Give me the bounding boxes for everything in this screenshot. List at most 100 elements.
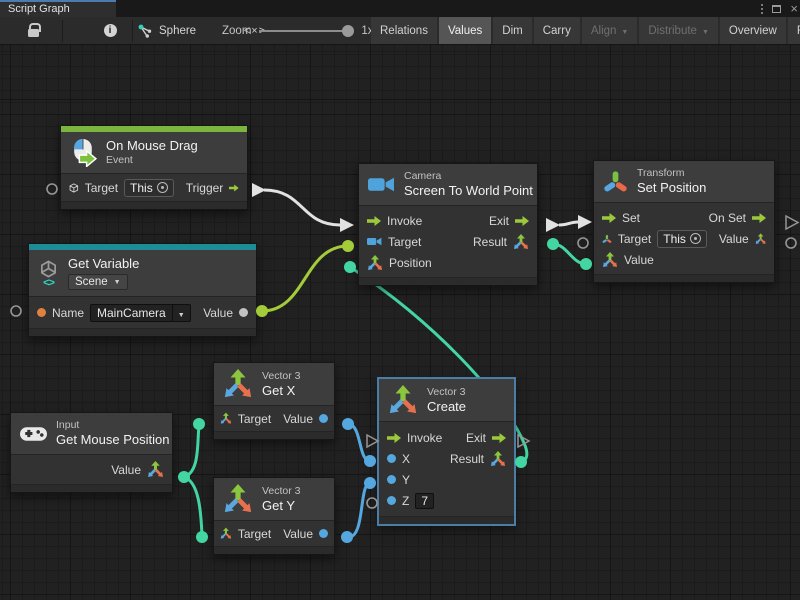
breadcrumb-label: Sphere <box>159 25 196 37</box>
node-get-variable[interactable]: <> Get Variable Scene Name MainCamera Va… <box>28 243 257 337</box>
name-port-label: Name <box>52 306 84 320</box>
vector3-icon <box>147 461 164 478</box>
float-out-port[interactable] <box>319 414 328 423</box>
tab-script-graph[interactable]: Script Graph <box>0 0 116 17</box>
gamepad-icon <box>20 425 47 442</box>
node-category: Vector 3 <box>427 386 466 399</box>
float-port[interactable] <box>387 475 396 484</box>
camera-icon <box>368 175 395 194</box>
window-controls: × <box>761 0 798 17</box>
scene-variable-icon: <> <box>38 260 59 287</box>
node-category: Vector 3 <box>262 485 301 498</box>
vector3-icon <box>602 252 618 268</box>
flow-arrow-icon <box>229 183 239 193</box>
toolbar-buttons: Relations Values Dim Carry Align Distrib… <box>371 17 800 44</box>
node-on-mouse-drag[interactable]: On Mouse Drag Event Target This Trigger <box>60 125 248 210</box>
object-picker-icon[interactable] <box>157 182 168 193</box>
x-port-label: X <box>402 452 410 466</box>
maximize-icon[interactable] <box>772 5 781 13</box>
window-menu-icon[interactable] <box>761 4 763 14</box>
set-port-label: Set <box>622 211 640 225</box>
node-category: Event <box>106 154 198 167</box>
string-port[interactable] <box>37 308 46 317</box>
vector3-icon <box>513 234 529 250</box>
variable-name-dropdown[interactable]: MainCamera <box>90 304 191 322</box>
exit-port-label: Exit <box>489 214 509 228</box>
vector3-icon <box>388 385 418 415</box>
vector3-icon <box>223 369 253 399</box>
vector3-icon <box>755 231 766 247</box>
position-port-label: Position <box>389 256 432 270</box>
target-this-chip[interactable]: This <box>124 179 174 197</box>
breadcrumb[interactable]: Sphere <box>138 17 196 44</box>
node-title: Get Y <box>262 498 301 514</box>
mouse-drag-icon <box>70 138 97 167</box>
target-port-label: Target <box>618 232 651 246</box>
flow-arrow-icon <box>752 213 766 223</box>
node-title: Get Variable <box>68 256 139 272</box>
relations-button[interactable]: Relations <box>371 17 439 44</box>
node-category: Camera <box>404 170 533 183</box>
info-icon <box>104 24 117 37</box>
zoom-control: Zoom 1x <box>222 17 374 44</box>
y-port-label: Y <box>402 473 410 487</box>
value-port-label: Value <box>283 412 313 426</box>
flow-arrow-icon <box>367 216 381 226</box>
trigger-port-label: Trigger <box>186 181 224 195</box>
target-port-label: Target <box>238 412 271 426</box>
on-set-port-label: On Set <box>709 211 746 225</box>
target-port-label: Target <box>85 181 118 195</box>
node-vector3-create[interactable]: Vector 3 Create Invoke Exit X Result <box>378 378 515 525</box>
fullscreen-button[interactable]: Full Screen <box>788 17 800 44</box>
carry-button[interactable]: Carry <box>534 17 582 44</box>
overview-button[interactable]: Overview <box>720 17 788 44</box>
flow-arrow-icon <box>515 216 529 226</box>
value-port-label: Value <box>203 306 233 320</box>
object-picker-icon[interactable] <box>690 233 701 244</box>
graph-icon <box>138 24 153 38</box>
vector3-icon <box>220 526 232 541</box>
node-get-mouse-position[interactable]: Input Get Mouse Position Value <box>10 412 173 493</box>
z-value-input[interactable]: 7 <box>415 493 434 509</box>
flow-arrow-icon <box>492 433 506 443</box>
lock-button[interactable] <box>20 17 46 44</box>
graph-toolbar: <×> Sphere Zoom 1x Relations Values Dim … <box>0 17 800 45</box>
zoom-label: Zoom <box>222 25 251 37</box>
result-port-label: Result <box>473 235 507 249</box>
transform-port-icon <box>602 232 612 246</box>
node-screen-to-world-point[interactable]: Camera Screen To World Point Invoke Exit… <box>358 163 538 286</box>
variable-kind-dropdown[interactable]: Scene <box>68 274 128 290</box>
vector3-icon <box>223 484 253 514</box>
float-port[interactable] <box>387 496 396 505</box>
transform-icon <box>603 169 628 194</box>
node-title: Create <box>427 399 466 415</box>
info-button[interactable] <box>97 17 123 44</box>
value-in-port-label: Value <box>624 253 654 267</box>
vector3-icon <box>220 411 232 426</box>
object-out-port[interactable] <box>239 308 248 317</box>
result-port-label: Result <box>450 452 484 466</box>
value-out-port-label: Value <box>719 232 749 246</box>
node-title: Get X <box>262 383 301 399</box>
node-title: Set Position <box>637 180 706 196</box>
align-button[interactable]: Align <box>582 17 640 44</box>
vector3-icon <box>490 451 506 467</box>
gameobject-icon <box>69 181 79 195</box>
distribute-button[interactable]: Distribute <box>639 17 720 44</box>
node-set-position[interactable]: Transform Set Position Set On Set Target… <box>593 160 775 283</box>
invoke-port-label: Invoke <box>387 214 422 228</box>
exit-port-label: Exit <box>466 431 486 445</box>
float-out-port[interactable] <box>319 529 328 538</box>
node-get-y[interactable]: Vector 3 Get Y Target Value <box>213 477 335 555</box>
target-this-chip[interactable]: This <box>657 230 707 248</box>
value-port-label: Value <box>111 463 141 477</box>
dim-button[interactable]: Dim <box>493 17 533 44</box>
node-get-x[interactable]: Vector 3 Get X Target Value <box>213 362 335 440</box>
z-port-label: Z <box>402 494 409 508</box>
zoom-slider-handle[interactable] <box>342 25 354 37</box>
dropdown-arrow-icon <box>172 305 190 321</box>
zoom-slider[interactable] <box>259 30 351 32</box>
float-port[interactable] <box>387 454 396 463</box>
values-button[interactable]: Values <box>439 17 493 44</box>
close-icon[interactable]: × <box>790 2 798 15</box>
